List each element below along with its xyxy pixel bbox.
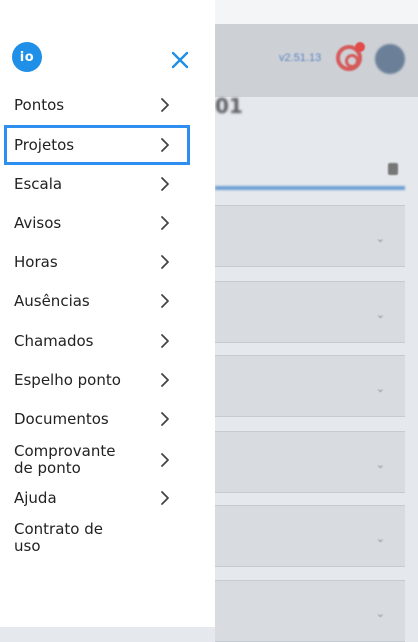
- chevron-right-icon: [156, 214, 174, 232]
- close-icon[interactable]: [168, 48, 192, 72]
- chevron-down-icon: ⌄: [375, 607, 385, 620]
- menu-item-documentos[interactable]: Documentos: [4, 400, 190, 438]
- list-card: ⌄: [215, 505, 405, 567]
- menu-item-ajuda[interactable]: Ajuda: [4, 479, 190, 517]
- menu-item-ausências[interactable]: Ausências: [4, 282, 190, 320]
- menu-item-label: Contrato de uso: [14, 520, 103, 555]
- chevron-down-icon: ⌄: [375, 532, 385, 545]
- menu-item-label: Pontos: [14, 95, 65, 114]
- list-card: ⌄: [215, 580, 405, 642]
- chevron-right-icon: [156, 332, 174, 350]
- chevron-right-icon: [156, 489, 174, 507]
- chevron-right-icon: [156, 136, 174, 154]
- menu-item-contrato-de-uso[interactable]: Contrato de uso: [4, 518, 190, 558]
- menu-item-comprovante-de-ponto[interactable]: Comprovante de ponto: [4, 440, 190, 480]
- menu-item-label: Comprovante de ponto: [14, 442, 116, 477]
- version-label: v2.51.13: [279, 52, 322, 64]
- chevron-down-icon: ⌄: [375, 382, 385, 395]
- list-card: ⌄: [215, 355, 405, 417]
- chevron-right-icon: [156, 451, 174, 469]
- calendar-icon: [388, 163, 398, 175]
- chevron-right-icon: [156, 292, 174, 310]
- notification-dot: [355, 42, 365, 52]
- menu-item-label: Projetos: [14, 135, 75, 154]
- menu-item-label: Horas: [14, 252, 58, 271]
- menu-item-espelho-ponto[interactable]: Espelho ponto: [4, 361, 190, 399]
- app-logo: io: [12, 42, 42, 72]
- chevron-right-icon: [156, 371, 174, 389]
- chevron-right-icon: [156, 253, 174, 271]
- avatar: [375, 44, 405, 74]
- menu-item-label: Chamados: [14, 331, 94, 350]
- menu-item-chamados[interactable]: Chamados: [4, 322, 190, 360]
- list-card: ⌄: [215, 205, 405, 267]
- menu-item-label: Documentos: [14, 409, 109, 428]
- menu-item-label: Ajuda: [14, 488, 57, 507]
- menu-item-label: Escala: [14, 174, 63, 193]
- chevron-down-icon: ⌄: [375, 308, 385, 321]
- chevron-right-icon: [156, 175, 174, 193]
- menu-item-label: Avisos: [14, 213, 62, 232]
- menu-item-label: Ausências: [14, 291, 90, 310]
- chevron-right-icon: [156, 96, 174, 114]
- list-card: ⌄: [215, 431, 405, 493]
- tab-indicator: [215, 186, 405, 190]
- menu-item-escala[interactable]: Escala: [4, 165, 190, 203]
- chevron-down-icon: ⌄: [375, 458, 385, 471]
- chevron-right-icon: [156, 410, 174, 428]
- list-card: ⌄: [215, 281, 405, 343]
- menu-item-avisos[interactable]: Avisos: [4, 204, 190, 242]
- navigation-drawer: io Pontos Projetos Escala Avisos Horas Ausênc…: [0, 0, 215, 627]
- chevron-down-icon: ⌄: [375, 232, 385, 245]
- menu-item-pontos[interactable]: Pontos: [4, 86, 190, 124]
- menu-item-horas[interactable]: Horas: [4, 243, 190, 281]
- menu-item-projetos[interactable]: Projetos: [4, 125, 190, 165]
- page-title: 01: [215, 94, 243, 118]
- menu-item-label: Espelho ponto: [14, 370, 121, 389]
